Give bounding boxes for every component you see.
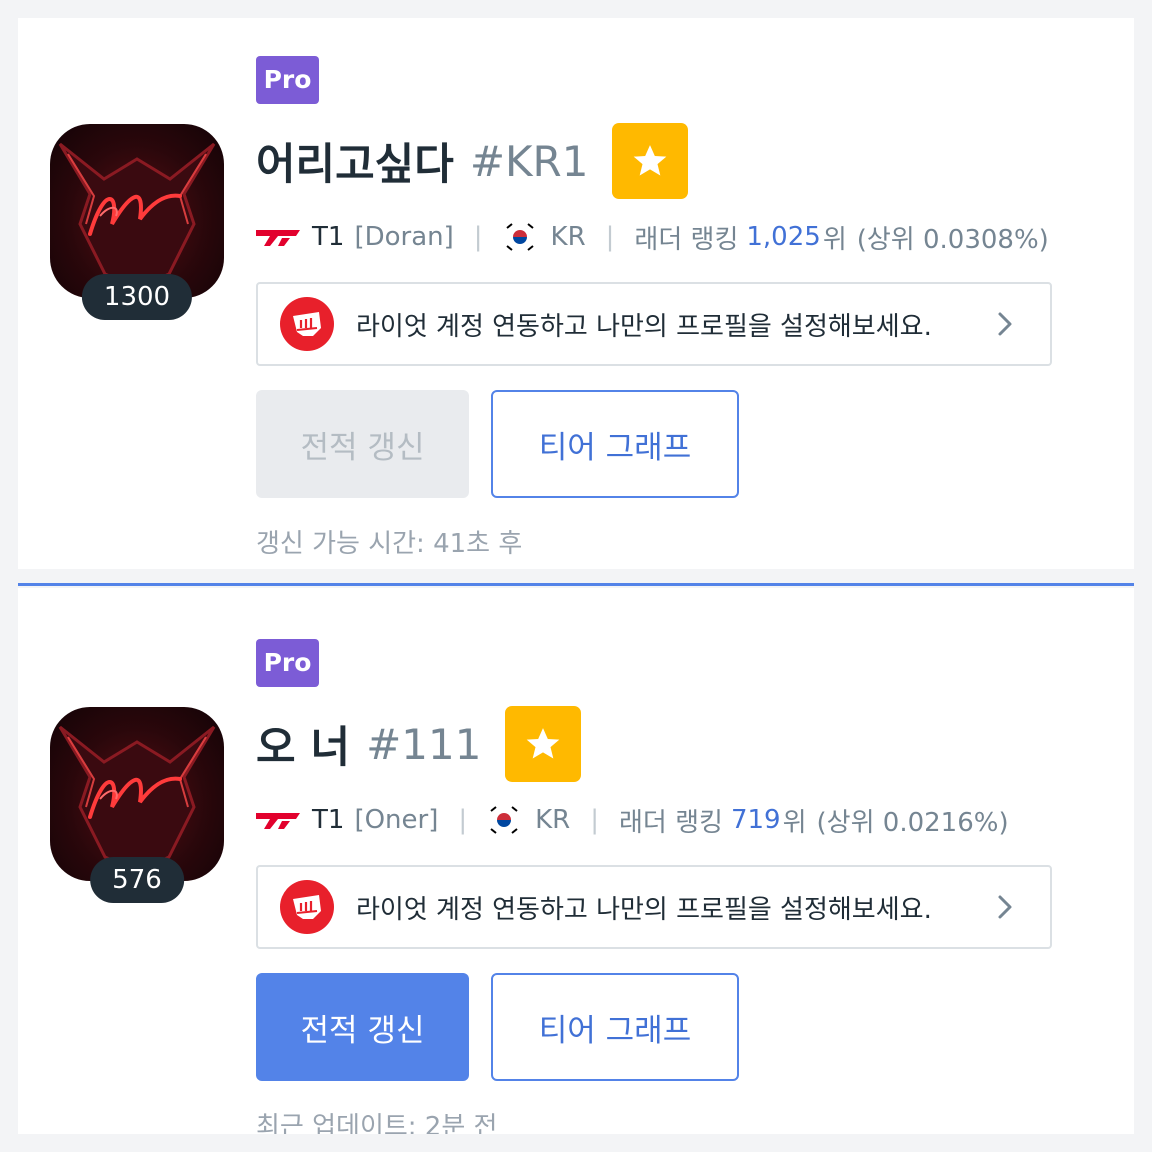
summoner-name-row: 어리고싶다 #KR1: [256, 123, 689, 199]
team-name: T1: [312, 805, 345, 835]
pro-player-name: [Oner]: [354, 805, 439, 835]
last-updated-text: 최근 업데이트: 2분 전: [256, 1112, 498, 1134]
update-cooldown-text: 갱신 가능 시간: 41초 후: [256, 529, 523, 559]
riot-account-link-banner[interactable]: 라이엇 계정 연동하고 나만의 프로필을 설정해보세요.: [256, 865, 1052, 949]
divider: [18, 583, 1134, 586]
ladder-rank-label: 래더 랭킹: [619, 807, 723, 838]
separator: |: [473, 222, 483, 252]
summoner-name: 어리고싶다: [256, 140, 454, 190]
level-badge: 576: [90, 857, 184, 903]
profile-meta: T1 [Oner] | KR | 래더 랭킹 719 위 (상위 0.0216%…: [256, 800, 1009, 840]
chevron-right-icon: [998, 895, 1012, 919]
ladder-rank-label: 래더 랭킹: [634, 224, 739, 255]
top-percent: (상위 0.0308%): [856, 224, 1049, 255]
update-record-button[interactable]: 전적 갱신: [256, 390, 469, 498]
t1-logo-icon: [256, 813, 300, 829]
pro-player-name: [Doran]: [354, 222, 454, 252]
summoner-name-row: 오 너 #111: [256, 706, 582, 782]
ladder-rank-value[interactable]: 719: [731, 805, 781, 835]
profile-card-2: 576 Pro 오 너 #111 T1 [Oner] | KR | 래더 랭킹 …: [18, 588, 1134, 1134]
update-record-button[interactable]: 전적 갱신: [256, 973, 469, 1081]
star-icon: [634, 145, 667, 176]
profile-icon: 1300: [50, 124, 224, 320]
riot-fist-icon: [280, 880, 334, 934]
favorite-button[interactable]: [612, 123, 689, 199]
riot-fist-icon: [280, 297, 334, 351]
summoner-name: 오 너: [256, 723, 351, 773]
team-name: T1: [312, 222, 345, 252]
profile-meta: T1 [Doran] | KR | 래더 랭킹 1,025 위 (상위 0.03…: [256, 217, 1049, 257]
profile-card-1: 1300 Pro 어리고싶다 #KR1 T1 [Doran] | KR | 래더…: [18, 18, 1134, 569]
riot-tag: #111: [366, 719, 482, 769]
ladder-rank-suffix: 위: [822, 224, 847, 255]
pro-badge: Pro: [256, 56, 319, 104]
favorite-button[interactable]: [505, 706, 582, 782]
top-percent: (상위 0.0216%): [816, 807, 1009, 838]
korea-flag-icon: [503, 221, 536, 253]
t1-logo-icon: [256, 230, 300, 246]
separator: |: [458, 805, 468, 835]
riot-link-text: 라이엇 계정 연동하고 나만의 프로필을 설정해보세요.: [356, 894, 932, 925]
separator: |: [590, 805, 600, 835]
korea-flag-icon: [488, 804, 521, 836]
avatar: [50, 707, 224, 881]
tier-graph-button[interactable]: 티어 그래프: [491, 973, 739, 1081]
level-badge: 1300: [81, 274, 193, 320]
tier-graph-button[interactable]: 티어 그래프: [491, 390, 739, 498]
pro-badge: Pro: [256, 639, 319, 687]
region-label: KR: [550, 222, 586, 252]
star-icon: [527, 728, 560, 759]
riot-link-text: 라이엇 계정 연동하고 나만의 프로필을 설정해보세요.: [356, 311, 932, 342]
riot-account-link-banner[interactable]: 라이엇 계정 연동하고 나만의 프로필을 설정해보세요.: [256, 282, 1052, 366]
ladder-rank-suffix: 위: [782, 807, 807, 838]
ladder-rank-value[interactable]: 1,025: [746, 222, 820, 252]
region-label: KR: [535, 805, 571, 835]
separator: |: [605, 222, 615, 252]
avatar: [50, 124, 224, 298]
profile-icon: 576: [50, 707, 224, 903]
chevron-right-icon: [998, 312, 1012, 336]
riot-tag: #KR1: [469, 136, 589, 186]
